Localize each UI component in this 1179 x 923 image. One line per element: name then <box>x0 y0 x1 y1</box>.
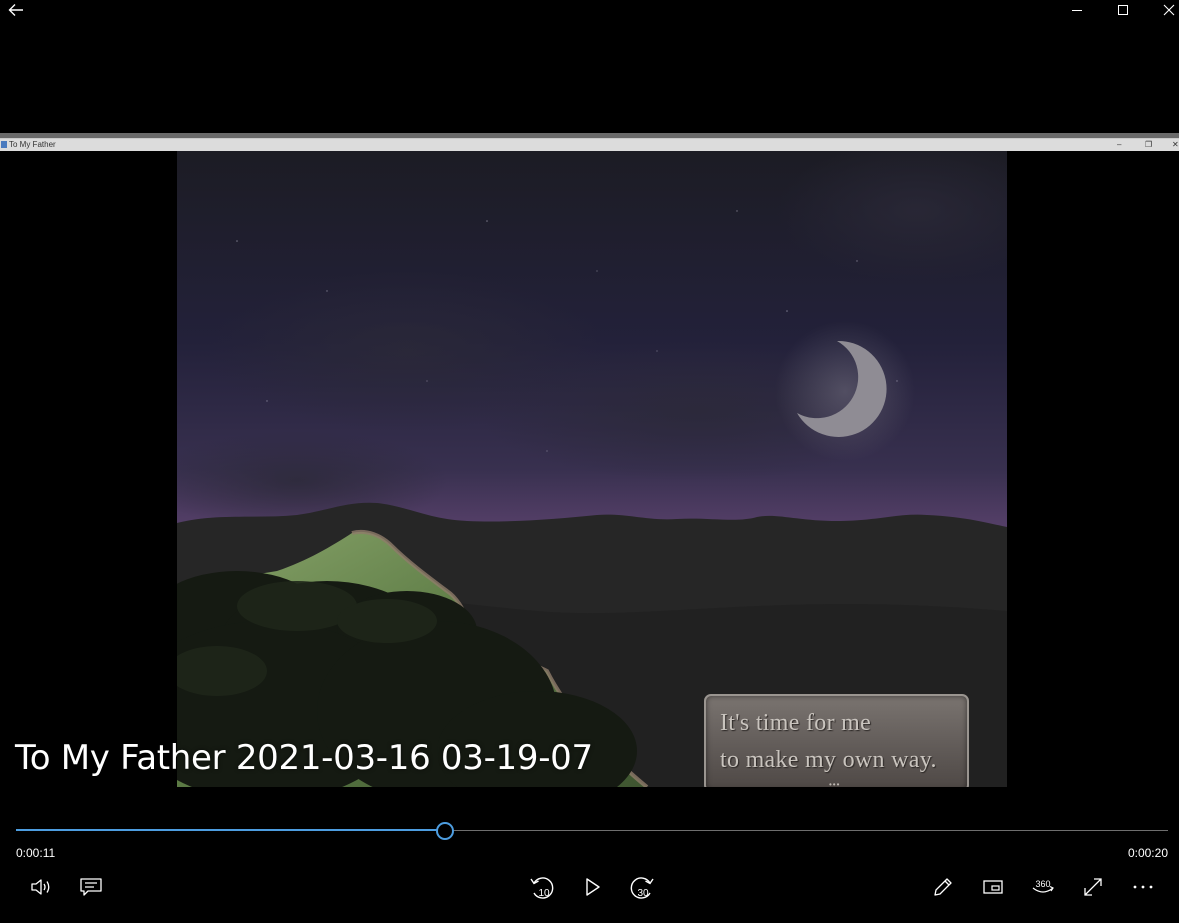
captions-icon <box>80 878 102 896</box>
recorded-window-titlebar: To My Father – ❐ ✕ <box>0 138 1179 151</box>
360-view-button[interactable]: 360 <box>1028 872 1058 902</box>
skip-forward-30-icon: 30 <box>630 877 654 899</box>
arrow-left-icon <box>8 4 23 16</box>
dialog-line-1: It's time for me <box>720 710 872 736</box>
total-time: 0:00:20 <box>1127 846 1168 860</box>
360-view-icon: 360 <box>1032 879 1054 893</box>
seek-thumb[interactable] <box>435 822 454 840</box>
skip-back-button[interactable]: 10 <box>527 872 557 902</box>
recorded-close-icon: ✕ <box>1172 140 1179 149</box>
fullscreen-icon <box>1084 878 1102 896</box>
dialog-more-indicator: ••• <box>829 780 841 787</box>
seek-progress <box>16 829 445 831</box>
mini-view-button[interactable] <box>978 872 1008 902</box>
app-icon <box>1 141 7 148</box>
fullscreen-button[interactable] <box>1078 872 1108 902</box>
minimize-icon <box>1072 10 1082 11</box>
current-time: 0:00:11 <box>16 846 56 860</box>
360-label: 360 <box>1035 879 1050 889</box>
edit-button[interactable] <box>928 872 958 902</box>
recorded-restore-icon: ❐ <box>1145 140 1153 149</box>
more-icon <box>1133 885 1153 889</box>
close-button[interactable] <box>1156 0 1179 20</box>
edit-pencil-icon <box>934 878 952 896</box>
play-icon <box>586 878 600 896</box>
skip-forward-label: 30 <box>637 888 649 899</box>
skip-forward-button[interactable]: 30 <box>627 872 657 902</box>
recorded-minimize-icon: – <box>1117 140 1122 149</box>
seek-bar[interactable] <box>16 822 1168 840</box>
captions-button[interactable] <box>76 872 106 902</box>
volume-icon <box>31 879 50 895</box>
back-button[interactable] <box>4 0 28 20</box>
video-frame: It's time for me to make my own way. ••• <box>177 151 1007 787</box>
maximize-button[interactable] <box>1110 0 1136 20</box>
more-button[interactable] <box>1128 872 1158 902</box>
recorded-window-title: To My Father <box>9 140 56 149</box>
close-icon <box>1163 4 1175 16</box>
play-button[interactable] <box>577 872 607 902</box>
volume-button[interactable] <box>26 872 56 902</box>
skip-back-label: 10 <box>538 888 550 899</box>
maximize-icon <box>1118 5 1128 15</box>
video-title: To My Father 2021-03-16 03-19-07 <box>15 738 593 778</box>
app-title-bar <box>0 0 1179 22</box>
mini-view-icon <box>983 880 1003 894</box>
minimize-button[interactable] <box>1064 0 1090 20</box>
dialog-line-2: to make my own way. <box>720 747 937 773</box>
dialog-box: It's time for me to make my own way. ••• <box>704 694 969 787</box>
game-scene-image <box>177 151 1007 787</box>
skip-back-10-icon: 10 <box>530 877 554 899</box>
